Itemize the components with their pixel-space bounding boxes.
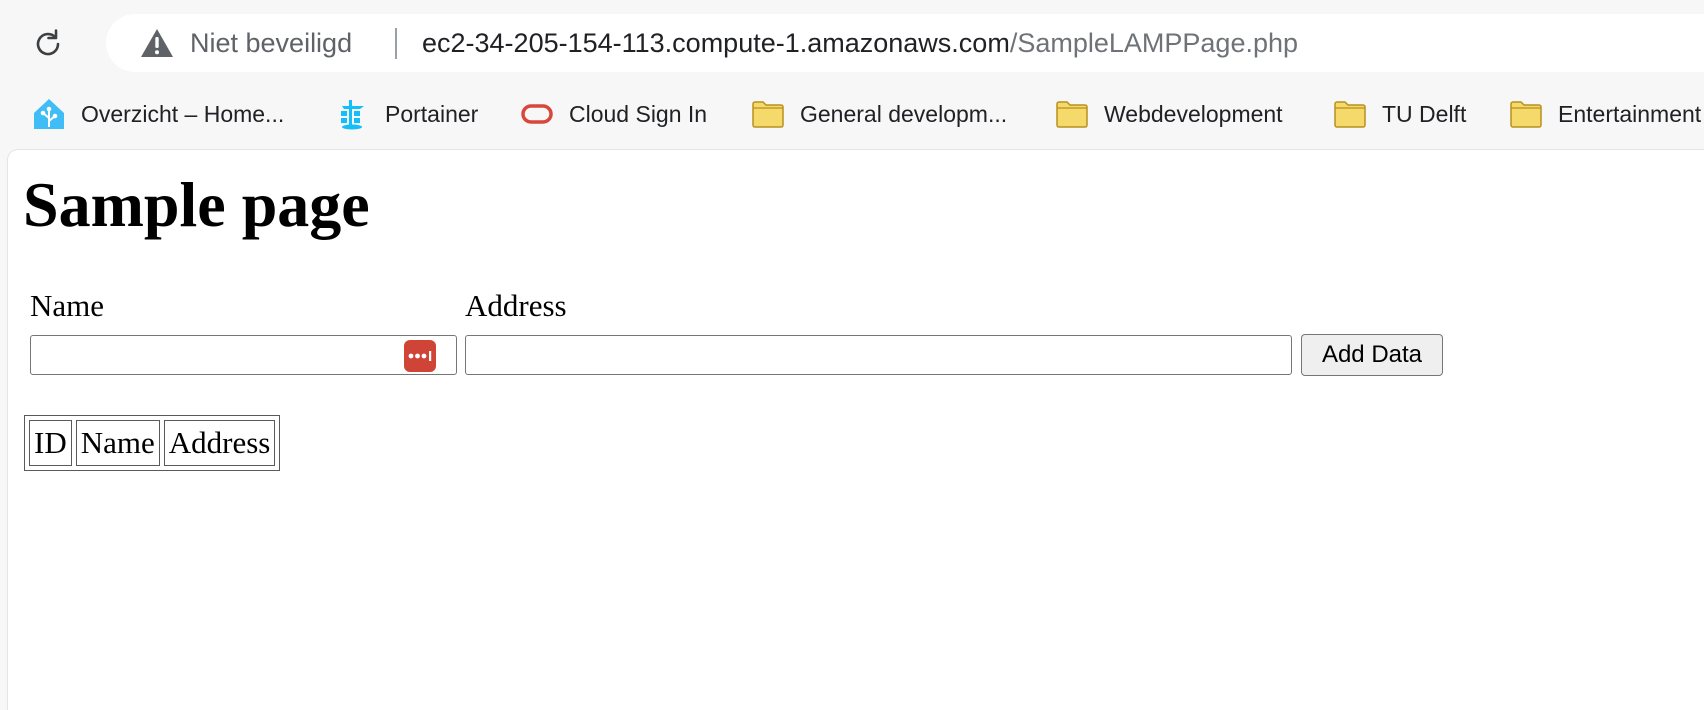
bookmark-folder-webdevelopment[interactable]: Webdevelopment — [1054, 96, 1283, 132]
browser-toolbar: Niet beveiligd ec2-34-205-154-113.comput… — [0, 0, 1704, 88]
folder-icon — [1054, 96, 1090, 132]
column-header-address: Address — [163, 420, 276, 466]
address-label: Address — [465, 288, 567, 323]
bookmark-folder-entertainment[interactable]: Entertainment — [1508, 96, 1701, 132]
bookmark-cloud-sign-in[interactable]: Cloud Sign In — [519, 96, 707, 132]
omnibox-divider — [395, 28, 397, 59]
password-manager-icon[interactable] — [404, 340, 436, 372]
url-text[interactable]: ec2-34-205-154-113.compute-1.amazonaws.c… — [422, 28, 1298, 58]
portainer-icon — [335, 96, 371, 132]
url-host: ec2-34-205-154-113.compute-1.amazonaws.c… — [422, 28, 1010, 58]
bookmark-overzicht-home[interactable]: Overzicht – Home... — [31, 96, 284, 132]
column-header-id: ID — [29, 420, 72, 466]
folder-icon — [1508, 96, 1544, 132]
add-data-button[interactable]: Add Data — [1301, 334, 1443, 376]
data-table: ID Name Address — [24, 415, 281, 471]
bookmark-label: General developm... — [800, 100, 1008, 127]
security-status-label[interactable]: Niet beveiligd — [190, 28, 352, 58]
address-input[interactable] — [465, 335, 1292, 375]
bookmark-label: TU Delft — [1382, 100, 1467, 127]
warning-icon[interactable] — [140, 28, 174, 58]
bookmark-folder-tu-delft[interactable]: TU Delft — [1332, 96, 1466, 132]
bookmark-label: Entertainment — [1558, 100, 1702, 127]
page-content: Sample page Name Address Add Data ID Nam… — [8, 150, 1704, 710]
oracle-cloud-icon — [519, 96, 555, 132]
bookmark-label: Webdevelopment — [1104, 100, 1283, 127]
name-input[interactable] — [30, 335, 457, 375]
reload-icon — [36, 29, 60, 56]
address-bar[interactable]: Niet beveiligd ec2-34-205-154-113.comput… — [106, 14, 1704, 72]
bookmark-folder-general-development[interactable]: General developm... — [750, 96, 1007, 132]
home-assistant-icon — [31, 96, 67, 132]
name-label: Name — [30, 288, 105, 323]
reload-button[interactable] — [31, 27, 65, 61]
page-title: Sample page — [23, 169, 370, 240]
table-header-row: ID Name Address — [29, 420, 276, 466]
column-header-name: Name — [75, 420, 160, 466]
bookmark-label: Overzicht – Home... — [81, 100, 285, 127]
bookmark-portainer[interactable]: Portainer — [335, 96, 478, 132]
folder-icon — [750, 96, 786, 132]
bookmark-label: Portainer — [385, 100, 479, 127]
folder-icon — [1332, 96, 1368, 132]
bookmarks-bar: Overzicht – Home... Portainer Cloud Sign… — [0, 88, 1704, 140]
url-path: /SampleLAMPPage.php — [1009, 28, 1299, 58]
bookmark-label: Cloud Sign In — [569, 100, 708, 127]
